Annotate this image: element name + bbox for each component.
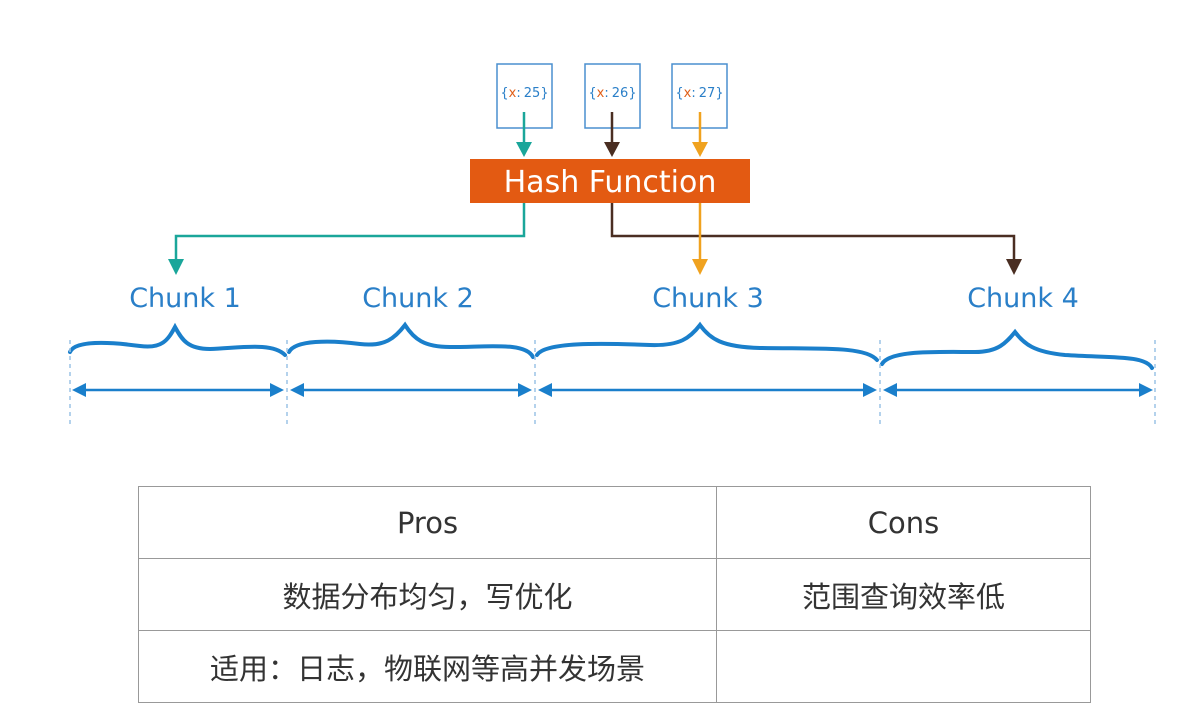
chunk-label-4: Chunk 4: [967, 283, 1079, 314]
chunk-brace-3: [535, 321, 879, 362]
pros-cons-table: Pros Cons 数据分布均匀，写优化 范围查询效率低 适用：日志，物联网等高…: [138, 486, 1091, 703]
hash-to-chunk-arrows: [168, 203, 1022, 275]
chunk-range-2: [290, 383, 532, 397]
header-pros: Pros: [138, 486, 717, 559]
key-close-brace: }: [628, 86, 636, 101]
svg-text:{x:26}: {x: 26}: [588, 86, 636, 101]
svg-text:{x:27}: {x: 27}: [675, 86, 723, 101]
header-cons: Cons: [716, 486, 1091, 559]
chunk-range-arrows: [72, 383, 1153, 397]
chunk-label-3: Chunk 3: [652, 283, 764, 314]
chunk-label-2: Chunk 2: [362, 283, 474, 314]
chunk-brace-2: [287, 321, 535, 359]
key-value: 25: [524, 86, 541, 101]
key-open-brace: {: [500, 86, 508, 101]
hash-sharding-diagram: {x: 25} {x: 26} {x: 27} Hash Function Ch…: [68, 63, 1156, 425]
chunk-labels: Chunk 1 Chunk 2 Chunk 3 Chunk 4: [129, 283, 1079, 314]
key-close-brace: }: [540, 86, 548, 101]
chunk-range-3: [538, 383, 877, 397]
hash-function-label: Hash Function: [504, 165, 717, 200]
key-value: 27: [699, 86, 716, 101]
key-value: 26: [612, 86, 629, 101]
key-sep: :: [516, 86, 520, 101]
svg-text:{x:25}: {x: 25}: [500, 86, 548, 101]
key-sep: :: [604, 86, 608, 101]
key-close-brace: }: [715, 86, 723, 101]
chunk-dividers: [69, 340, 1156, 425]
pros-cell: 数据分布均匀，写优化: [138, 558, 717, 631]
hash-function-box: Hash Function: [470, 159, 750, 203]
chunk-label-1: Chunk 1: [129, 283, 241, 314]
table-row: 数据分布均匀，写优化 范围查询效率低: [138, 558, 1091, 631]
chunk-braces: [68, 321, 1154, 370]
chunk-brace-1: [68, 322, 287, 357]
table-row: 适用：日志，物联网等高并发场景: [138, 630, 1091, 703]
cons-cell: [716, 630, 1091, 703]
key-open-brace: {: [588, 86, 596, 101]
chunk-range-4: [883, 383, 1153, 397]
pros-cell: 适用：日志，物联网等高并发场景: [138, 630, 717, 703]
key-sep: :: [691, 86, 695, 101]
cons-cell: 范围查询效率低: [716, 558, 1091, 631]
table-header-row: Pros Cons: [138, 486, 1091, 559]
chunk-range-1: [72, 383, 284, 397]
key-open-brace: {: [675, 86, 683, 101]
chunk-brace-4: [880, 328, 1154, 370]
